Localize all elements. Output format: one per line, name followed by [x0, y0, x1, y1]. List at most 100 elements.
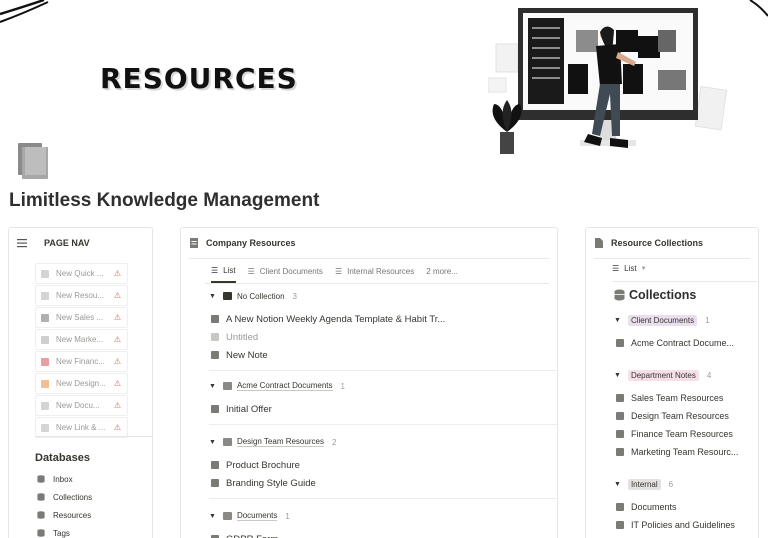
collection-tag: Client Documents — [627, 314, 698, 326]
collection-title: Design Team Resources — [631, 411, 729, 421]
quick-create-label: New Link & ... — [56, 423, 106, 432]
megaphone-icon — [41, 335, 49, 344]
group-header[interactable]: ▼ Client Documents 1 — [614, 312, 758, 328]
collection-title: Finance Team Resources — [631, 429, 733, 439]
resource-title: Branding Style Guide — [226, 477, 316, 489]
tab-label: Internal Resources — [347, 266, 415, 276]
quick-create-item[interactable]: New Docu... ⚠ — [35, 395, 128, 416]
resource-row[interactable]: New Note — [209, 346, 557, 364]
collection-title: Acme Contract Docume... — [631, 338, 735, 348]
tab-label: 2 more... — [426, 266, 458, 276]
collection-row[interactable]: Finance Team Resources — [614, 425, 758, 443]
page-emoji-icon[interactable] — [16, 143, 50, 179]
resource-row[interactable]: Branding Style Guide — [209, 474, 557, 492]
quick-create-label: New Sales ... — [56, 313, 104, 322]
quick-create-label: New Financ... — [56, 357, 105, 366]
caret-down-icon[interactable]: ▼ — [614, 372, 621, 379]
collection-tag: Department Notes — [627, 369, 699, 381]
quick-create-label: New Quick ... — [56, 269, 104, 278]
collection-group: ▼ Design Team Resources 2 Product Brochure B… — [209, 434, 557, 499]
document-icon — [211, 351, 219, 359]
cover-title: RESOURCES — [100, 62, 298, 95]
collection-icon — [222, 382, 232, 390]
collections-heading: Collections — [614, 288, 696, 302]
collections-title: Collections — [629, 288, 697, 302]
resource-row[interactable]: Initial Offer — [209, 400, 557, 418]
collection-row[interactable]: Marketing Team Resourc... — [614, 443, 758, 461]
warning-icon: ⚠ — [113, 313, 121, 322]
quick-create-label: New Resou... — [56, 291, 105, 300]
group-name: No Collection — [236, 291, 285, 301]
group-header[interactable]: ▼ Design Team Resources 2 — [209, 434, 557, 450]
database-icon — [614, 289, 625, 301]
database-label: Tags — [53, 528, 70, 538]
page-nav-panel: PAGE NAV New Quick ... ⚠ New Resou... ⚠ New … — [8, 227, 153, 538]
collection-row[interactable]: IT Policies and Guidelines — [614, 516, 758, 534]
quick-create-label: New Design... — [56, 379, 106, 388]
group-name: Design Team Resources — [236, 437, 324, 447]
company-resources-header: Company Resources — [181, 228, 557, 258]
collection-row[interactable]: Sales Team Resources — [614, 389, 758, 407]
caret-down-icon[interactable]: ▼ — [209, 383, 216, 390]
document-icon — [211, 405, 219, 413]
resource-row[interactable]: GDPR Form — [209, 530, 557, 538]
view-tabs: ☰ List ☰ Client Documents ☰ Internal Resource… — [181, 259, 557, 283]
resource-row[interactable]: A New Notion Weekly Agenda Template & Ha… — [209, 310, 557, 328]
quick-create-item[interactable]: New Sales ... ⚠ — [35, 307, 128, 328]
header-divider — [594, 258, 750, 259]
list-view-icon: ☰ — [612, 264, 620, 273]
quick-create-item[interactable]: New Financ... ⚠ — [35, 351, 128, 372]
collection-row[interactable]: Documents — [614, 498, 758, 516]
caret-down-icon[interactable]: ▼ — [209, 439, 216, 446]
page-nav-title: PAGE NAV — [44, 238, 90, 248]
quick-create-item[interactable]: New Resou... ⚠ — [35, 285, 128, 306]
tab-list[interactable]: ☰ List — [211, 259, 236, 283]
resource-title: Product Brochure — [226, 459, 300, 471]
collection-title: Documents — [631, 502, 677, 512]
list-view-icon: ☰ — [247, 266, 255, 276]
caret-down-icon[interactable]: ▼ — [614, 481, 621, 488]
group-count: 2 — [331, 437, 337, 447]
group-header[interactable]: ▼ No Collection 3 — [209, 288, 557, 304]
database-icon — [37, 493, 45, 501]
list-view-selector[interactable]: ☰ List ▼ — [612, 264, 647, 273]
tab-internal-resources[interactable]: ☰ Internal Resources — [335, 259, 414, 283]
view-divider — [612, 281, 758, 282]
quick-create-label: New Marke... — [56, 335, 104, 344]
database-link-resources[interactable]: Resources — [37, 506, 92, 524]
group-header[interactable]: ▼ Documents 1 — [209, 508, 557, 524]
group-divider — [209, 424, 557, 425]
view-label: List — [624, 264, 637, 273]
caret-down-icon[interactable]: ▼ — [209, 513, 216, 520]
quick-create-item[interactable]: New Design... ⚠ — [35, 373, 128, 394]
menu-icon — [17, 239, 27, 248]
group-header[interactable]: ▼ Department Notes 4 — [614, 367, 758, 383]
collection-row[interactable]: Acme Contract Docume... — [614, 334, 758, 352]
tab-client-documents[interactable]: ☰ Client Documents — [248, 259, 323, 283]
quick-create-item[interactable]: New Quick ... ⚠ — [35, 263, 128, 284]
company-resources-panel: Company Resources ☰ List ☰ Client Documents… — [180, 227, 558, 538]
resource-collections-title: Resource Collections — [611, 238, 704, 248]
database-icon — [37, 511, 45, 519]
group-count: 6 — [668, 479, 674, 489]
database-link-inbox[interactable]: Inbox — [37, 470, 92, 488]
tab-label: Client Documents — [259, 266, 323, 276]
resource-row[interactable]: Untitled — [209, 328, 557, 346]
tab-2-more-[interactable]: 2 more... — [426, 259, 458, 283]
group-name: Acme Contract Documents — [236, 381, 333, 391]
database-link-collections[interactable]: Collections — [37, 488, 92, 506]
group-count: 1 — [705, 315, 710, 325]
page-nav-header: PAGE NAV — [9, 228, 152, 258]
database-link-tags[interactable]: Tags — [37, 524, 92, 538]
caret-down-icon[interactable]: ▼ — [614, 317, 621, 324]
quick-create-item[interactable]: New Link & ... ⚠ — [35, 417, 128, 438]
warning-icon: ⚠ — [113, 401, 121, 410]
tabs-divider — [205, 283, 549, 284]
group-header[interactable]: ▼ Internal 6 — [614, 476, 758, 492]
page-cover: RESOURCES — [0, 0, 768, 160]
quick-create-item[interactable]: New Marke... ⚠ — [35, 329, 128, 350]
collection-row[interactable]: Design Team Resources — [614, 407, 758, 425]
caret-down-icon[interactable]: ▼ — [209, 293, 216, 300]
resource-row[interactable]: Product Brochure — [209, 456, 557, 474]
group-header[interactable]: ▼ Acme Contract Documents 1 — [209, 378, 557, 394]
